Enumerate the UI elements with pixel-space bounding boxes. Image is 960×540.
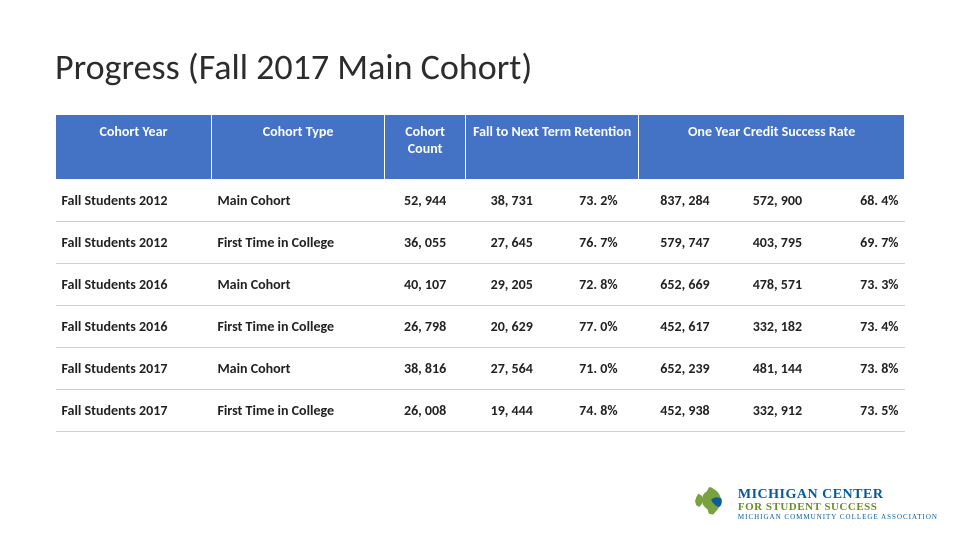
cell-count: 36, 055 [385, 222, 466, 264]
cell-cred-a: 652, 239 [639, 348, 731, 390]
cell-ret-p: 74. 8% [558, 390, 639, 432]
cell-cred-a: 837, 284 [639, 180, 731, 222]
cell-year: Fall Students 2012 [56, 222, 212, 264]
footer-logo: MICHIGAN CENTER FOR STUDENT SUCCESS MICH… [690, 481, 938, 528]
table-header: Cohort Year Cohort Type Cohort Count Fal… [56, 115, 905, 180]
table-row: Fall Students 2016 Main Cohort 40, 107 2… [56, 264, 905, 306]
michigan-map-icon [690, 481, 732, 528]
cell-ret-n: 38, 731 [466, 180, 558, 222]
cell-type: First Time in College [211, 306, 384, 348]
cell-type: First Time in College [211, 390, 384, 432]
table-row: Fall Students 2016 First Time in College… [56, 306, 905, 348]
cell-cred-p: 73. 3% [824, 264, 905, 306]
cell-cred-a: 652, 669 [639, 264, 731, 306]
cell-type: Main Cohort [211, 180, 384, 222]
cell-cred-p: 73. 5% [824, 390, 905, 432]
cell-cred-b: 332, 182 [731, 306, 823, 348]
table-row: Fall Students 2012 First Time in College… [56, 222, 905, 264]
cell-ret-p: 71. 0% [558, 348, 639, 390]
cell-type: Main Cohort [211, 264, 384, 306]
cell-ret-p: 73. 2% [558, 180, 639, 222]
col-cohort-count: Cohort Count [385, 115, 466, 180]
logo-text: MICHIGAN CENTER FOR STUDENT SUCCESS MICH… [738, 488, 938, 522]
cell-count: 52, 944 [385, 180, 466, 222]
cell-cred-a: 452, 938 [639, 390, 731, 432]
cell-cred-b: 481, 144 [731, 348, 823, 390]
cell-cred-p: 73. 4% [824, 306, 905, 348]
cell-cred-b: 332, 912 [731, 390, 823, 432]
cell-cred-p: 73. 8% [824, 348, 905, 390]
cell-year: Fall Students 2016 [56, 306, 212, 348]
cell-cred-a: 579, 747 [639, 222, 731, 264]
cell-year: Fall Students 2016 [56, 264, 212, 306]
cell-year: Fall Students 2012 [56, 180, 212, 222]
cell-count: 26, 008 [385, 390, 466, 432]
cell-cred-a: 452, 617 [639, 306, 731, 348]
cell-ret-p: 76. 7% [558, 222, 639, 264]
col-cohort-year: Cohort Year [56, 115, 212, 180]
table-body: Fall Students 2012 Main Cohort 52, 944 3… [56, 180, 905, 432]
cell-cred-b: 478, 571 [731, 264, 823, 306]
cell-ret-n: 19, 444 [466, 390, 558, 432]
col-credit: One Year Credit Success Rate [639, 115, 905, 180]
table-row: Fall Students 2012 Main Cohort 52, 944 3… [56, 180, 905, 222]
cell-year: Fall Students 2017 [56, 390, 212, 432]
cell-ret-n: 27, 645 [466, 222, 558, 264]
cell-count: 40, 107 [385, 264, 466, 306]
logo-line1: MICHIGAN CENTER [738, 488, 938, 503]
cohort-table: Cohort Year Cohort Type Cohort Count Fal… [55, 114, 905, 432]
cell-ret-n: 20, 629 [466, 306, 558, 348]
slide: Progress (Fall 2017 Main Cohort) Cohort … [0, 0, 960, 540]
cell-type: Main Cohort [211, 348, 384, 390]
table-row: Fall Students 2017 First Time in College… [56, 390, 905, 432]
cell-count: 38, 816 [385, 348, 466, 390]
cell-ret-n: 29, 205 [466, 264, 558, 306]
cell-cred-p: 68. 4% [824, 180, 905, 222]
cell-ret-p: 77. 0% [558, 306, 639, 348]
cell-ret-n: 27, 564 [466, 348, 558, 390]
col-retention: Fall to Next Term Retention [466, 115, 639, 180]
col-cohort-type: Cohort Type [211, 115, 384, 180]
cell-cred-b: 572, 900 [731, 180, 823, 222]
logo-line3: MICHIGAN COMMUNITY COLLEGE ASSOCIATION [738, 514, 938, 521]
page-title: Progress (Fall 2017 Main Cohort) [55, 45, 905, 89]
table-row: Fall Students 2017 Main Cohort 38, 816 2… [56, 348, 905, 390]
cell-count: 26, 798 [385, 306, 466, 348]
cell-cred-p: 69. 7% [824, 222, 905, 264]
cell-type: First Time in College [211, 222, 384, 264]
cell-cred-b: 403, 795 [731, 222, 823, 264]
cell-year: Fall Students 2017 [56, 348, 212, 390]
cell-ret-p: 72. 8% [558, 264, 639, 306]
